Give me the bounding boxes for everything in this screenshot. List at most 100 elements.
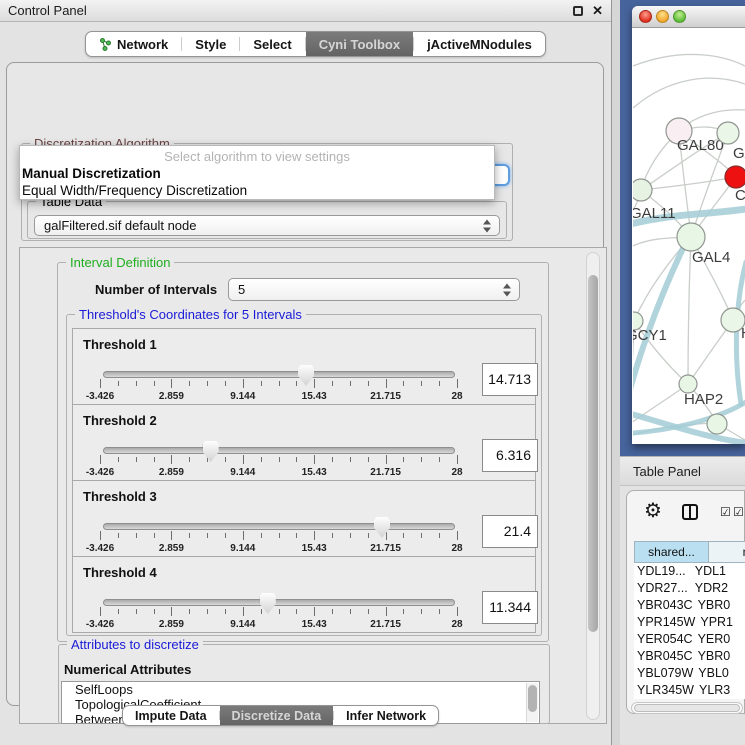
table-header-row: shared... n	[634, 541, 745, 563]
table-row[interactable]: YPR145WYPR1	[634, 614, 745, 631]
interval-definition-title: Interval Definition	[66, 255, 174, 270]
tick-label: 15.43	[302, 467, 327, 478]
table-data-combobox[interactable]: galFiltered.sif default node	[34, 215, 500, 236]
tick-label: 15.43	[302, 391, 327, 402]
slider-thumb[interactable]	[374, 517, 390, 538]
list-scrollbar[interactable]	[526, 683, 538, 722]
node-unlabeled[interactable]	[707, 414, 727, 434]
tick-mark	[368, 609, 369, 614]
tab-label: Infer Network	[346, 709, 426, 723]
table-horizontal-scrollbar[interactable]	[631, 702, 743, 714]
node-gal11[interactable]	[633, 179, 652, 201]
tab-select[interactable]: Select	[240, 32, 304, 56]
tick-mark	[279, 533, 280, 538]
algorithm-option-manual-discretization[interactable]: Manual Discretization	[20, 166, 494, 183]
table-row[interactable]: YBL079WYBL0	[634, 665, 745, 682]
list-scrollbar-thumb[interactable]	[528, 685, 537, 712]
table-panel-title: Table Panel	[633, 464, 701, 479]
cell-name: YBR0	[693, 597, 745, 614]
tab-impute-data[interactable]: Impute Data	[123, 706, 219, 725]
tick-mark	[386, 607, 387, 616]
combo-stepper-icon[interactable]	[503, 283, 511, 296]
table-row[interactable]: YBR045CYBR0	[634, 648, 745, 665]
split-columns-icon[interactable]	[682, 504, 698, 520]
tick-mark	[207, 533, 208, 538]
slider-track	[103, 599, 455, 606]
tab-network[interactable]: Network	[86, 32, 181, 56]
table-row[interactable]: YBR043CYBR0	[634, 597, 745, 614]
tab-infer-network[interactable]: Infer Network	[334, 706, 438, 725]
tick-mark	[403, 609, 404, 614]
tick-mark	[403, 457, 404, 462]
table-row[interactable]: YLR345WYLR3	[634, 682, 745, 699]
slider-thumb[interactable]	[298, 365, 314, 386]
tick-label: 9.144	[230, 391, 255, 402]
float-window-icon[interactable]	[573, 6, 583, 16]
slider-thumb[interactable]	[203, 441, 219, 462]
network-window-titlebar	[632, 6, 745, 28]
threshold-value-field[interactable]: 11.344	[482, 591, 538, 624]
threshold-value-field[interactable]: 6.316	[482, 439, 538, 472]
attribute-item-selfloops[interactable]: SelfLoops	[62, 682, 539, 697]
threshold-value-field[interactable]: 14.713	[482, 363, 538, 396]
tab-label: Select	[253, 37, 291, 52]
tick-mark	[368, 457, 369, 462]
tick-mark	[332, 381, 333, 386]
tick-label: 28	[451, 619, 462, 630]
threshold-slider[interactable]: -3.4262.8599.14415.4321.71528	[100, 521, 457, 557]
combo-stepper-icon[interactable]	[483, 219, 491, 232]
threshold-label: Threshold 1	[83, 337, 157, 352]
cell-shared-name: YLR345W	[634, 682, 694, 699]
threshold-label: Threshold 3	[83, 489, 157, 504]
tab-discretize-data[interactable]: Discretize Data	[220, 706, 334, 725]
tick-mark	[225, 381, 226, 386]
tick-label: 28	[451, 467, 462, 478]
cell-shared-name: YBL079W	[634, 665, 693, 682]
tick-mark	[243, 607, 244, 616]
tick-mark	[457, 455, 458, 464]
table-row[interactable]: YER054CYER0	[634, 631, 745, 648]
horizontal-scrollbar-thumb[interactable]	[634, 704, 740, 712]
zoom-traffic-light[interactable]	[673, 10, 686, 23]
tick-label: 28	[451, 543, 462, 554]
column-header-shared-name[interactable]: shared...	[634, 541, 709, 563]
tick-mark	[457, 607, 458, 616]
node-label-gal4: GAL4	[692, 249, 730, 266]
checkbox-icon[interactable]: ☑	[720, 505, 731, 519]
tab-jactivemnodules[interactable]: jActiveMNodules	[414, 32, 545, 56]
tick-label: 2.859	[159, 467, 184, 478]
node-label-hap2: HAP2	[684, 391, 723, 408]
threshold-value-field[interactable]: 21.4	[482, 515, 538, 548]
tab-style[interactable]: Style	[182, 32, 239, 56]
slider-thumb[interactable]	[260, 593, 276, 614]
close-traffic-light[interactable]	[639, 10, 652, 23]
gear-icon[interactable]: ⚙	[644, 501, 662, 521]
close-icon[interactable]: ✕	[592, 3, 603, 19]
node-gal4[interactable]	[677, 223, 705, 251]
column-header-name[interactable]: n	[709, 541, 745, 563]
tick-mark	[243, 379, 244, 388]
network-canvas[interactable]: GAL80GACGAL11GAL4GCY1HHAP2	[633, 28, 745, 444]
tick-label: 9.144	[230, 467, 255, 478]
tab-label: jActiveMNodules	[427, 37, 532, 52]
panel-vertical-scrollbar[interactable]	[586, 252, 600, 720]
node-c[interactable]	[725, 166, 745, 188]
cell-name: YDL1	[690, 563, 745, 580]
node-ga[interactable]	[717, 122, 739, 144]
tab-label: Network	[117, 37, 168, 52]
table-row[interactable]: YDR27...YDR2	[634, 580, 745, 597]
tab-label: Impute Data	[135, 709, 207, 723]
cell-name: YPR1	[695, 614, 745, 631]
tab-cyni-toolbox[interactable]: Cyni Toolbox	[306, 32, 413, 56]
threshold-slider[interactable]: -3.4262.8599.14415.4321.71528	[100, 369, 457, 405]
tick-label: 2.859	[159, 543, 184, 554]
table-row[interactable]: YDL19...YDL1	[634, 563, 745, 580]
algorithm-option-equal-width-frequency-discretization[interactable]: Equal Width/Frequency Discretization	[20, 183, 494, 200]
number-of-intervals-combobox[interactable]: 5	[228, 278, 520, 301]
panel-scrollbar-thumb[interactable]	[588, 275, 598, 632]
minimize-traffic-light[interactable]	[656, 10, 669, 23]
threshold-slider[interactable]: -3.4262.8599.14415.4321.71528	[100, 445, 457, 481]
threshold-slider[interactable]: -3.4262.8599.14415.4321.71528	[100, 597, 457, 633]
checkbox-icon[interactable]: ☑	[733, 505, 744, 519]
tick-mark	[171, 607, 172, 616]
